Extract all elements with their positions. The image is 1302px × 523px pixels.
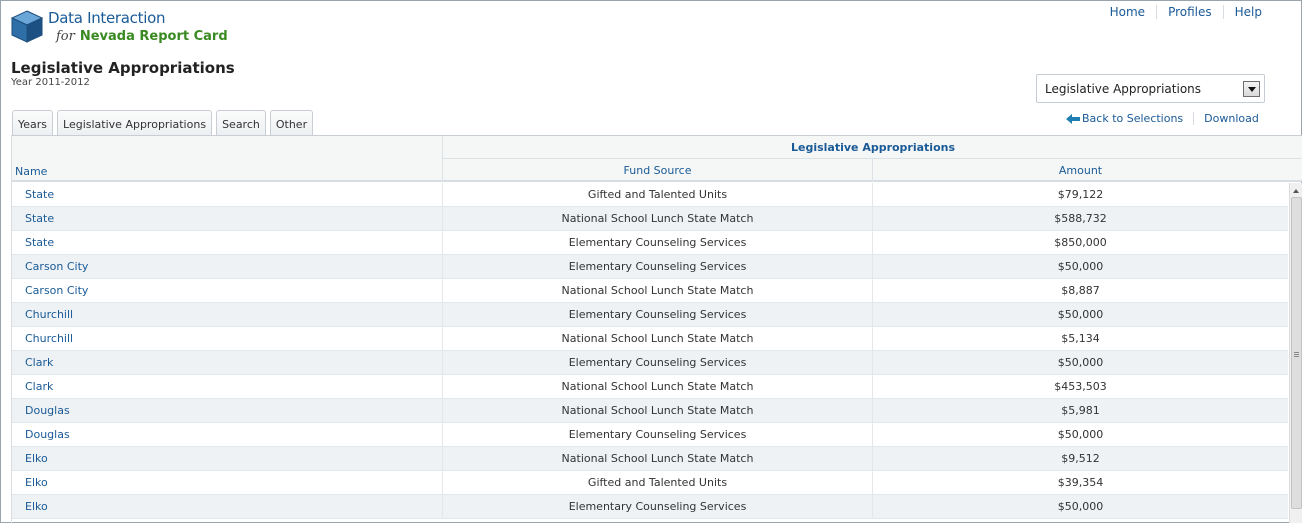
row-amount: $5,981 — [1061, 404, 1100, 417]
row-amount: $50,000 — [1057, 500, 1104, 513]
row-name-link[interactable]: State — [12, 183, 443, 206]
row-amount: $5,134 — [1061, 332, 1100, 345]
filter-tabs: Years Legislative Appropriations Search … — [12, 110, 317, 136]
dropdown-arrow-icon[interactable] — [1243, 81, 1260, 97]
back-to-selections-label: Back to Selections — [1082, 112, 1184, 125]
row-name-link[interactable]: Clark — [12, 351, 443, 374]
row-fund-source: Gifted and Talented Units — [443, 183, 873, 206]
nav-profiles-link[interactable]: Profiles — [1156, 5, 1223, 19]
report-select-value: Legislative Appropriations — [1045, 82, 1202, 96]
row-fund-source: Gifted and Talented Units — [443, 471, 873, 494]
scrollbar-thumb[interactable] — [1291, 197, 1302, 509]
tab-years[interactable]: Years — [12, 110, 54, 136]
column-group-header: Legislative Appropriations — [443, 136, 1302, 159]
table-row[interactable]: Carson City Elementary Counseling Service… — [12, 255, 1288, 279]
row-fund-source: National School Lunch State Match — [443, 375, 873, 398]
table-row[interactable]: State Gifted and Talented Units $79,122 — [12, 183, 1288, 207]
row-amount: $453,503 — [1054, 380, 1107, 393]
row-fund-source: National School Lunch State Match — [443, 207, 873, 230]
tab-search[interactable]: Search — [216, 110, 266, 136]
row-amount: $50,000 — [1057, 260, 1104, 273]
table-row[interactable]: Elko National School Lunch State Match $9,… — [12, 447, 1288, 471]
back-arrow-icon — [1066, 113, 1080, 124]
scroll-up-arrow-icon[interactable] — [1293, 189, 1299, 193]
row-fund-source: Elementary Counseling Services — [443, 255, 873, 278]
table-row[interactable]: Clark National School Lunch State Match $4… — [12, 375, 1288, 399]
brand-report-card: Nevada Report Card — [79, 29, 228, 44]
row-fund-source: National School Lunch State Match — [443, 327, 873, 350]
row-name-link[interactable]: Churchill — [12, 327, 443, 350]
table-row[interactable]: Elko Gifted and Talented Units $39,354 — [12, 471, 1288, 495]
row-name-link[interactable]: Elko — [12, 495, 443, 518]
row-fund-source: Elementary Counseling Services — [443, 351, 873, 374]
scroll-grip-icon — [1294, 352, 1299, 357]
row-fund-source: Elementary Counseling Services — [443, 303, 873, 326]
row-amount: $39,354 — [1057, 476, 1104, 489]
nav-home-link[interactable]: Home — [1099, 5, 1156, 19]
page-title: Legislative Appropriations — [11, 59, 235, 77]
row-amount: $50,000 — [1057, 308, 1104, 321]
row-amount: $9,512 — [1061, 452, 1100, 465]
row-name-link[interactable]: Carson City — [12, 279, 443, 302]
column-header-name-label: Name — [15, 165, 48, 178]
data-grid: Name Legislative Appropriations Fund Sou… — [11, 135, 1302, 523]
top-nav: Home Profiles Help — [1099, 5, 1273, 19]
table-row[interactable]: State National School Lunch State Match $5… — [12, 207, 1288, 231]
row-name-link[interactable]: Clark — [12, 375, 443, 398]
brand-for: for — [56, 29, 75, 44]
grid-header: Name Legislative Appropriations Fund Sou… — [12, 136, 1302, 182]
row-name-link[interactable]: Elko — [12, 447, 443, 470]
row-name-link[interactable]: Churchill — [12, 303, 443, 326]
row-fund-source: National School Lunch State Match — [443, 447, 873, 470]
report-select[interactable]: Legislative Appropriations — [1036, 74, 1265, 103]
brand-title: Data Interaction — [48, 9, 166, 27]
actions-divider — [1193, 112, 1195, 125]
table-row[interactable]: State Elementary Counseling Services $850,… — [12, 231, 1288, 255]
vertical-scrollbar[interactable] — [1289, 183, 1302, 523]
table-row[interactable]: Douglas National School Lunch State Match… — [12, 399, 1288, 423]
brand-subtitle: for Nevada Report Card — [56, 28, 228, 44]
row-amount: $588,732 — [1054, 212, 1107, 225]
row-fund-source: Elementary Counseling Services — [443, 423, 873, 446]
table-row[interactable]: Carson City National School Lunch State M… — [12, 279, 1288, 303]
row-amount: $79,122 — [1057, 188, 1104, 201]
table-row[interactable]: Douglas Elementary Counseling Services $50… — [12, 423, 1288, 447]
table-row[interactable]: Churchill Elementary Counseling Services $… — [12, 303, 1288, 327]
column-header-amount[interactable]: Amount — [873, 159, 1288, 182]
row-name-link[interactable]: State — [12, 231, 443, 254]
table-row[interactable]: Clark Elementary Counseling Services $50,0… — [12, 351, 1288, 375]
row-name-link[interactable]: State — [12, 207, 443, 230]
table-row[interactable]: Elko Elementary Counseling Services $50,00… — [12, 495, 1288, 519]
report-actions: Back to Selections Download — [1066, 112, 1259, 125]
row-amount: $50,000 — [1057, 428, 1104, 441]
row-name-link[interactable]: Carson City — [12, 255, 443, 278]
back-to-selections-link[interactable]: Back to Selections — [1066, 112, 1183, 125]
column-header-name[interactable]: Name — [12, 136, 443, 182]
row-fund-source: National School Lunch State Match — [443, 279, 873, 302]
column-header-fund-source[interactable]: Fund Source — [443, 159, 873, 182]
row-amount: $50,000 — [1057, 356, 1104, 369]
row-fund-source: Elementary Counseling Services — [443, 231, 873, 254]
cube-logo-icon — [10, 10, 44, 43]
row-amount: $850,000 — [1054, 236, 1107, 249]
row-fund-source: Elementary Counseling Services — [443, 495, 873, 518]
row-name-link[interactable]: Douglas — [12, 399, 443, 422]
row-name-link[interactable]: Elko — [12, 471, 443, 494]
row-name-link[interactable]: Douglas — [12, 423, 443, 446]
page-subtitle: Year 2011-2012 — [11, 77, 90, 88]
tab-other[interactable]: Other — [269, 110, 314, 136]
table-row[interactable]: Churchill National School Lunch State Mat… — [12, 327, 1288, 351]
row-amount: $8,887 — [1061, 284, 1100, 297]
nav-help-link[interactable]: Help — [1222, 5, 1273, 19]
tab-legislative-appropriations[interactable]: Legislative Appropriations — [57, 110, 213, 136]
row-fund-source: National School Lunch State Match — [443, 399, 873, 422]
app-frame: Data Interaction for Nevada Report Card H… — [0, 0, 1302, 523]
download-link[interactable]: Download — [1204, 112, 1259, 125]
grid-body: State Gifted and Talented Units $79,122 Sta… — [12, 183, 1288, 519]
